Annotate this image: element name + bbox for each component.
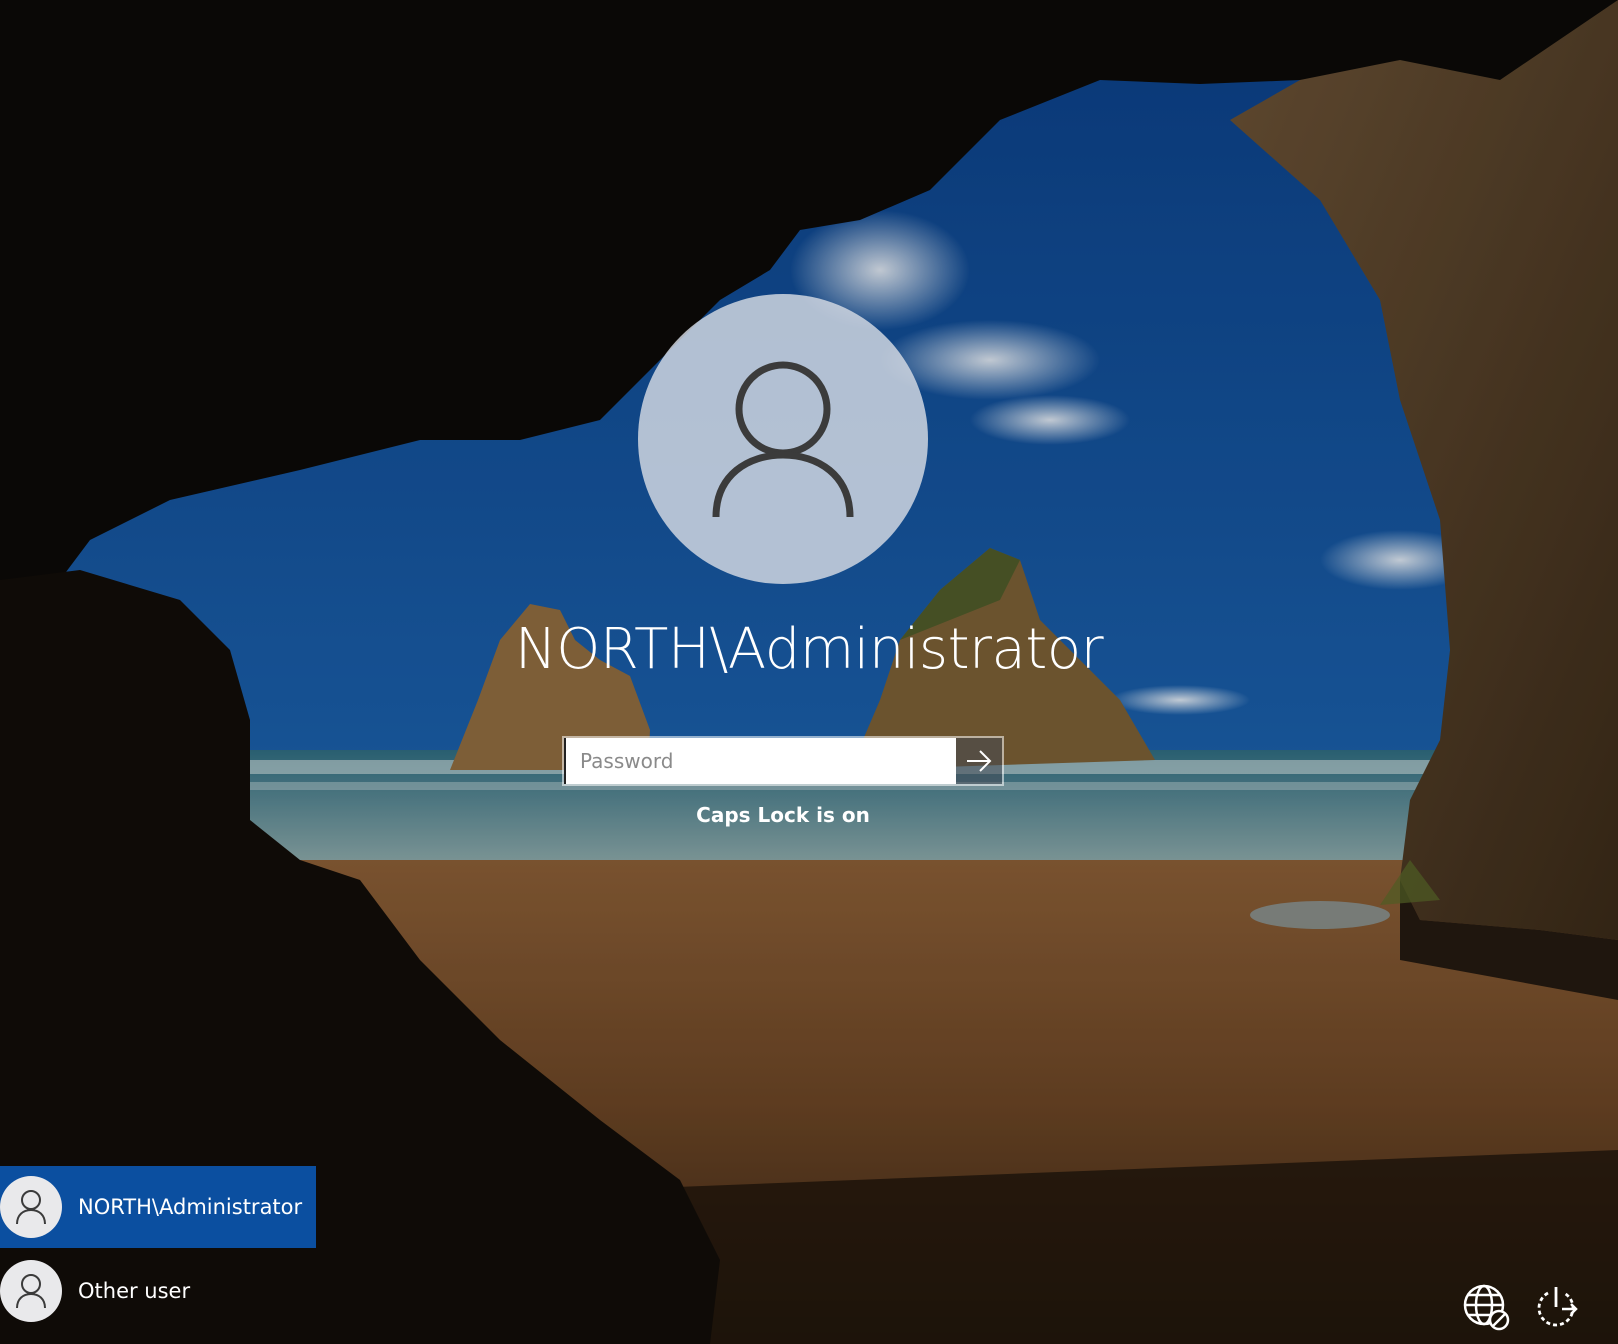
arrow-right-icon: [967, 750, 992, 772]
user-icon: [712, 361, 854, 518]
avatar: [0, 1176, 62, 1238]
lock-screen: NORTH\Administrator Caps Lock is on NORT…: [0, 0, 1618, 1344]
power-button[interactable]: [1531, 1282, 1581, 1332]
user-tile-label: Other user: [78, 1279, 191, 1303]
power-icon: [1537, 1287, 1578, 1327]
submit-button[interactable]: [956, 738, 1002, 784]
avatar: [0, 1260, 62, 1322]
user-icon: [16, 1274, 46, 1309]
user-tile-label: NORTH\Administrator: [78, 1195, 303, 1219]
network-button[interactable]: [1461, 1282, 1511, 1332]
user-name-title: NORTH\Administrator: [514, 617, 1104, 682]
caps-lock-warning: Caps Lock is on: [696, 803, 870, 827]
user-icon: [16, 1190, 46, 1225]
user-tile-other-user[interactable]: Other user: [0, 1250, 316, 1332]
globe-network-icon: [1463, 1284, 1510, 1331]
password-input[interactable]: [564, 738, 956, 784]
user-avatar-large: [638, 294, 928, 584]
user-tile-administrator[interactable]: NORTH\Administrator: [0, 1166, 316, 1248]
password-box: [562, 736, 1004, 786]
